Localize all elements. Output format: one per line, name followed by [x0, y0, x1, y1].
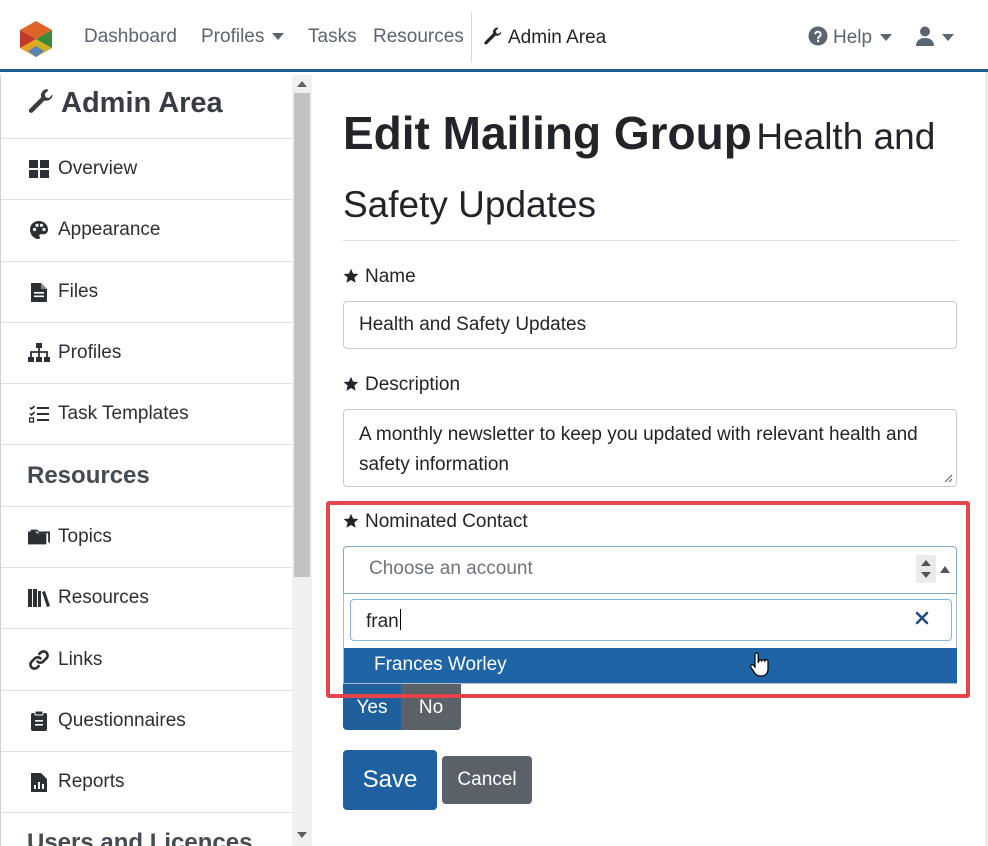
- sidebar-item-resources[interactable]: Resources: [1, 568, 292, 630]
- nav-admin-area[interactable]: Admin Area: [483, 26, 606, 49]
- user-menu-dropdown[interactable]: [916, 26, 954, 49]
- tasks-icon: [28, 404, 50, 424]
- resize-handle-icon[interactable]: [943, 473, 953, 483]
- help-dropdown[interactable]: Help: [808, 26, 893, 49]
- description-field[interactable]: A monthly newsletter to keep you updated…: [343, 409, 957, 487]
- option-label: Frances Worley: [374, 654, 507, 675]
- scrollbar-thumb[interactable]: [294, 93, 310, 577]
- nav-divider: [471, 12, 472, 62]
- sidebar-item-label: Task Templates: [58, 403, 189, 425]
- star-icon: [343, 376, 359, 391]
- sidebar-item-topics[interactable]: Topics: [1, 507, 292, 569]
- chevron-down-icon: [272, 33, 285, 41]
- name-field[interactable]: Health and Safety Updates: [343, 301, 957, 349]
- sidebar-item-profiles[interactable]: Profiles: [1, 323, 292, 385]
- admin-sidebar: Admin Area Overview Appearance Files Pro…: [0, 75, 292, 846]
- description-text: A monthly newsletter to keep you updated…: [359, 424, 918, 475]
- sidebar-item-label: Reports: [58, 771, 125, 793]
- page-title: Edit Mailing Group Health and Safety Upd…: [343, 103, 958, 243]
- contact-select[interactable]: Choose an account: [343, 546, 957, 594]
- sidebar-section-resources: Resources: [1, 445, 292, 507]
- sidebar-item-label: Links: [58, 648, 103, 670]
- nav-dashboard[interactable]: Dashboard: [84, 26, 177, 48]
- text-cursor: [399, 609, 401, 630]
- contact-label: Nominated Contact: [343, 511, 528, 533]
- sidebar-item-label: Profiles: [58, 342, 122, 364]
- star-icon: [343, 513, 359, 528]
- sidebar-item-questionnaires[interactable]: Questionnaires: [1, 691, 292, 752]
- sidebar-item-label: Questionnaires: [58, 709, 186, 731]
- sidebar-title-label: Admin Area: [61, 87, 223, 119]
- books-icon: [28, 588, 50, 608]
- search-value: fran: [366, 611, 399, 632]
- yes-no-toggle: Yes No: [343, 684, 461, 730]
- sidebar-item-task-templates[interactable]: Task Templates: [1, 384, 292, 446]
- sidebar-item-label: Appearance: [58, 219, 161, 241]
- description-label-text: Description: [365, 374, 461, 395]
- file-icon: [28, 282, 50, 302]
- palette-icon: [28, 220, 50, 240]
- page-title-main: Edit Mailing Group: [343, 107, 752, 159]
- search-text: fran: [366, 609, 401, 633]
- name-label: Name: [343, 266, 416, 288]
- nav-profiles-dropdown[interactable]: Profiles: [201, 26, 285, 48]
- scroll-up-icon[interactable]: [297, 81, 307, 87]
- help-label: Help: [833, 27, 873, 48]
- toggle-no-button[interactable]: No: [401, 684, 461, 730]
- report-icon: [28, 772, 50, 793]
- sidebar-item-files[interactable]: Files: [1, 262, 292, 323]
- contact-placeholder: Choose an account: [369, 558, 533, 579]
- nav-tasks[interactable]: Tasks: [308, 26, 357, 48]
- chevron-down-icon: [942, 34, 954, 42]
- chevron-down-icon: [880, 34, 893, 42]
- wrench-icon: [28, 89, 53, 113]
- clipboard-icon: [28, 710, 50, 731]
- clear-search-icon[interactable]: [915, 611, 929, 625]
- folder-icon: [28, 527, 50, 547]
- dropdown-option-frances-worley[interactable]: Frances Worley: [344, 648, 957, 683]
- sidebar-item-overview[interactable]: Overview: [1, 139, 292, 201]
- spinner-arrows-icon[interactable]: [916, 555, 936, 583]
- toggle-yes-button[interactable]: Yes: [343, 684, 401, 730]
- sidebar-item-links[interactable]: Links: [1, 629, 292, 691]
- th-large-icon: [28, 159, 50, 179]
- scroll-down-icon[interactable]: [297, 832, 307, 838]
- star-icon: [343, 268, 359, 283]
- save-button[interactable]: Save: [343, 750, 437, 810]
- contact-label-text: Nominated Contact: [365, 511, 528, 532]
- sidebar-title: Admin Area: [1, 75, 292, 139]
- link-icon: [28, 649, 50, 670]
- title-divider: [343, 240, 958, 241]
- nav-profiles-label: Profiles: [201, 26, 265, 47]
- app-logo[interactable]: [18, 19, 54, 59]
- contact-dropdown: fran Frances Worley: [343, 594, 957, 684]
- hand-pointer-icon: [750, 652, 769, 677]
- sitemap-icon: [28, 343, 50, 363]
- contact-search-input[interactable]: fran: [350, 599, 952, 641]
- sidebar-scrollbar[interactable]: [292, 75, 312, 846]
- sidebar-item-appearance[interactable]: Appearance: [1, 200, 292, 262]
- sidebar-section-users: Users and Licences: [1, 813, 292, 846]
- top-navbar: Dashboard Profiles Tasks Resources Admin…: [0, 0, 988, 72]
- question-circle-icon: [808, 26, 828, 46]
- nav-resources[interactable]: Resources: [373, 26, 464, 48]
- sidebar-item-reports[interactable]: Reports: [1, 752, 292, 814]
- sidebar-item-label: Files: [58, 280, 99, 302]
- sidebar-item-label: Resources: [58, 587, 149, 609]
- caret-up-icon: [940, 566, 950, 573]
- name-label-text: Name: [365, 266, 416, 287]
- sidebar-item-label: Overview: [58, 158, 138, 180]
- wrench-icon: [484, 27, 502, 45]
- description-label: Description: [343, 374, 460, 396]
- nav-admin-label: Admin Area: [508, 27, 607, 48]
- cancel-button[interactable]: Cancel: [442, 756, 532, 804]
- sidebar-item-label: Topics: [58, 525, 112, 547]
- user-icon: [916, 26, 934, 46]
